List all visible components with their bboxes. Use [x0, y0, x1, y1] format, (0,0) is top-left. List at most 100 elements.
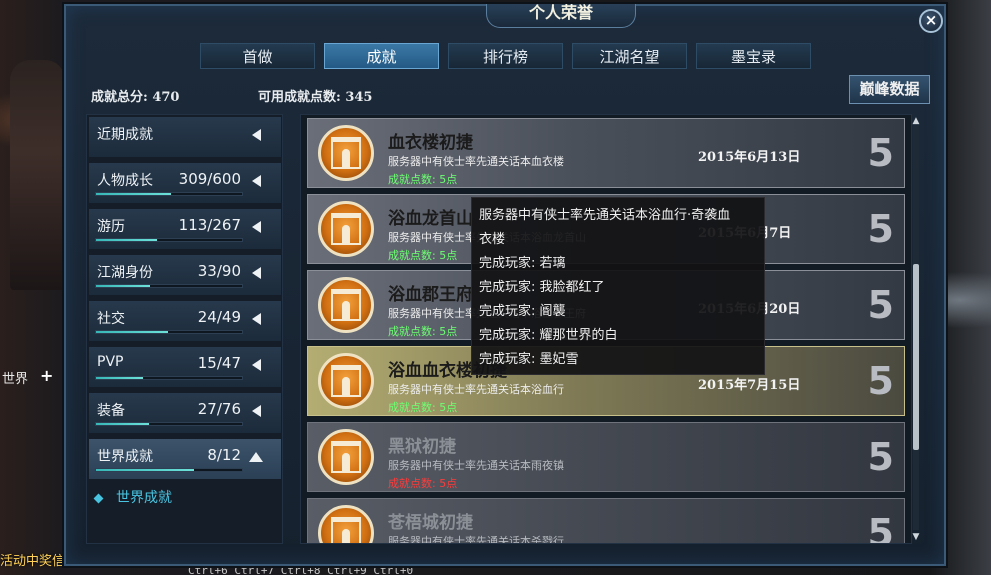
- achievement-score: 5: [867, 359, 894, 403]
- achievement-score: 5: [867, 283, 894, 327]
- achievement-badge-icon: [318, 277, 374, 333]
- world-chat-add-button[interactable]: +: [40, 366, 53, 385]
- achievement-title: 浴血龙首山: [388, 209, 473, 229]
- category-label: 江湖身份: [97, 265, 153, 281]
- achievement-tooltip: 服务器中有侠士率先通关话本浴血行·奇袭血 衣楼 完成玩家: 若璃 完成玩家: 我…: [471, 197, 765, 375]
- category-label: 世界成就: [97, 449, 153, 465]
- achievement-desc: 服务器中有侠士率先通关话本杀戮行: [388, 535, 564, 544]
- tab-ranking[interactable]: 排行榜: [448, 43, 563, 69]
- category-label: 社交: [97, 311, 125, 327]
- category-progress: [95, 422, 243, 426]
- background-character: [10, 60, 65, 290]
- category-count: 15/47: [197, 354, 241, 372]
- achievement-points: 成就点数: 5点: [388, 249, 458, 262]
- achievement-badge-icon: [318, 353, 374, 409]
- category-label: 游历: [97, 219, 125, 235]
- category-recent[interactable]: 近期成就: [89, 117, 281, 157]
- available-points: 可用成就点数: 345: [258, 90, 373, 105]
- collapse-arrow-icon: [249, 452, 263, 462]
- category-count: 24/49: [197, 308, 241, 326]
- achievement-desc: 服务器中有侠士率先通关话本血衣楼: [388, 155, 564, 168]
- tab-achievements[interactable]: 成就: [324, 43, 439, 69]
- category-progress: [95, 284, 243, 288]
- achievement-points: 成就点数: 5点: [388, 325, 458, 338]
- close-button[interactable]: ×: [919, 9, 943, 33]
- category-world[interactable]: 世界成就 8/12: [89, 439, 281, 479]
- scroll-up-icon[interactable]: ▲: [911, 116, 921, 126]
- subcategory-label: 世界成就: [116, 490, 172, 506]
- expand-arrow-icon: [252, 175, 261, 187]
- tooltip-player: 完成玩家: 墨妃雪: [479, 352, 579, 367]
- tab-reputation[interactable]: 江湖名望: [572, 43, 687, 69]
- category-progress: [95, 238, 243, 242]
- achievement-score: 5: [867, 131, 894, 175]
- category-progress: [95, 330, 243, 334]
- category-equipment[interactable]: 装备 27/76: [89, 393, 281, 433]
- expand-arrow-icon: [252, 221, 261, 233]
- achievement-score: 5: [867, 511, 894, 544]
- close-icon: ×: [924, 11, 938, 29]
- achievement-points: 成就点数: 5点: [388, 173, 458, 186]
- category-count: 27/76: [197, 400, 241, 418]
- tab-bar: 首做 成就 排行榜 江湖名望 墨宝录: [200, 43, 811, 69]
- achievement-points: 成就点数: 5点: [388, 477, 458, 490]
- achievement-row[interactable]: 黑狱初捷 服务器中有侠士率先通关话本雨夜镇 成就点数: 5点 5: [307, 422, 905, 492]
- achievement-title: 血衣楼初捷: [388, 133, 473, 153]
- scroll-down-icon[interactable]: ▼: [911, 532, 921, 542]
- category-growth[interactable]: 人物成长 309/600: [89, 163, 281, 203]
- achievement-desc: 服务器中有侠士率先通关话本雨夜镇: [388, 459, 564, 472]
- achievement-title: 苍梧城初捷: [388, 513, 473, 533]
- category-count: 309/600: [178, 170, 241, 188]
- tooltip-player: 完成玩家: 若璃: [479, 256, 566, 271]
- achievement-score: 5: [867, 435, 894, 479]
- window-title: 个人荣誉: [486, 4, 636, 28]
- achievement-desc: 服务器中有侠士率先通关话本浴血行: [388, 383, 564, 396]
- achievement-points: 成就点数: 5点: [388, 401, 458, 414]
- tooltip-player: 完成玩家: 我脸都红了: [479, 280, 605, 295]
- subcategory-world[interactable]: 世界成就: [93, 487, 172, 507]
- category-social[interactable]: 社交 24/49: [89, 301, 281, 341]
- world-chat-label[interactable]: 世界: [2, 368, 28, 387]
- category-count: 8/12: [207, 446, 241, 464]
- category-progress: [95, 192, 243, 196]
- achievement-badge-icon: [318, 201, 374, 257]
- tooltip-description-cont: 衣楼: [479, 232, 506, 247]
- expand-arrow-icon: [252, 129, 261, 141]
- achievement-row[interactable]: 血衣楼初捷 服务器中有侠士率先通关话本血衣楼 成就点数: 5点 2015年6月1…: [307, 118, 905, 188]
- peak-data-button[interactable]: 巅峰数据: [849, 75, 930, 104]
- achievement-date: 2015年7月15日: [698, 378, 801, 393]
- achievement-title: 黑狱初捷: [388, 437, 456, 457]
- expand-arrow-icon: [252, 405, 261, 417]
- achievement-score: 5: [867, 207, 894, 251]
- category-travel[interactable]: 游历 113/267: [89, 209, 281, 249]
- expand-arrow-icon: [252, 267, 261, 279]
- category-count: 113/267: [178, 216, 241, 234]
- expand-arrow-icon: [252, 313, 261, 325]
- total-score: 成就总分: 470: [91, 90, 180, 105]
- scrollbar-thumb[interactable]: [913, 264, 919, 450]
- tab-calligraphy[interactable]: 墨宝录: [696, 43, 811, 69]
- category-label: 人物成长: [97, 173, 153, 189]
- achievement-date: 2015年6月13日: [698, 150, 801, 165]
- category-label: 近期成就: [97, 127, 153, 143]
- tab-first[interactable]: 首做: [200, 43, 315, 69]
- achievement-title: 浴血郡王府: [388, 285, 473, 305]
- diamond-bullet-icon: [93, 493, 104, 504]
- category-identity[interactable]: 江湖身份 33/90: [89, 255, 281, 295]
- tooltip-description: 服务器中有侠士率先通关话本浴血行·奇袭血: [479, 208, 731, 223]
- expand-arrow-icon: [252, 359, 261, 371]
- tooltip-player: 完成玩家: 阍襲: [479, 304, 566, 319]
- activity-notice: 活动中奖信: [0, 554, 66, 569]
- achievement-badge-icon: [318, 429, 374, 485]
- category-list: 近期成就 人物成长 309/600 游历 113/267 江湖身份 33/90 …: [86, 114, 283, 544]
- category-pvp[interactable]: PVP 15/47: [89, 347, 281, 387]
- achievement-badge-icon: [318, 125, 374, 181]
- category-progress: [95, 468, 243, 472]
- category-count: 33/90: [197, 262, 241, 280]
- category-label: PVP: [97, 354, 124, 370]
- achievement-row[interactable]: 苍梧城初捷 服务器中有侠士率先通关话本杀戮行 5: [307, 498, 905, 544]
- category-progress: [95, 376, 243, 380]
- tooltip-player: 完成玩家: 耀那世界的白: [479, 328, 618, 343]
- category-label: 装备: [97, 403, 125, 419]
- achievement-badge-icon: [318, 505, 374, 543]
